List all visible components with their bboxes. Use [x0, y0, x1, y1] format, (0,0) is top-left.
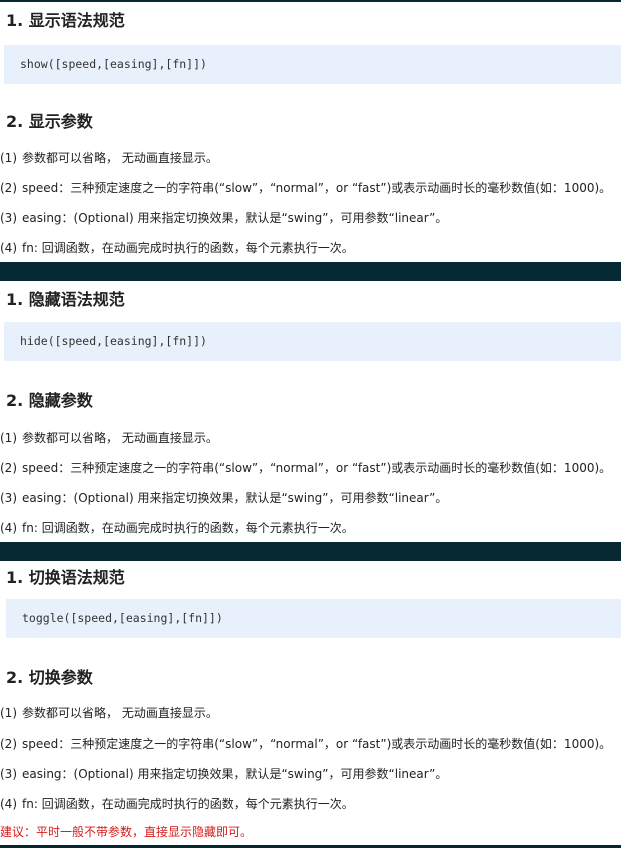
hide-code-block: hide([speed,[easing],[fn]])	[4, 322, 621, 361]
param-line: (3) easing：(Optional) 用来指定切换效果，默认是“swing”…	[0, 209, 447, 226]
param-number: (2)	[0, 181, 17, 195]
toggle-params-title: 2. 切换参数	[6, 668, 93, 687]
param-line: (4) fn: 回调函数，在动画完成时执行的函数，每个元素执行一次。	[0, 239, 354, 256]
toggle-syntax-title: 1. 切换语法规范	[6, 568, 125, 587]
param-text: 参数都可以省略， 无动画直接显示。	[22, 151, 218, 165]
param-number: (4)	[0, 521, 17, 535]
param-number: (3)	[0, 211, 17, 225]
show-params-title: 2. 显示参数	[6, 112, 93, 131]
param-line: (2) speed：三种预定速度之一的字符串(“slow”，“normal”，or…	[0, 459, 611, 476]
param-number: (3)	[0, 491, 17, 505]
tip-note: 建议：平时一般不带参数，直接显示隐藏即可。	[0, 825, 253, 839]
section-divider	[0, 262, 621, 281]
param-text: speed：三种预定速度之一的字符串(“slow”，“normal”，or “f…	[22, 181, 612, 195]
hide-section: 1. 隐藏语法规范 hide([speed,[easing],[fn]]) 2.…	[0, 281, 621, 542]
param-line: (1) 参数都可以省略， 无动画直接显示。	[0, 149, 218, 166]
toggle-section: 1. 切换语法规范 toggle([speed,[easing],[fn]]) …	[0, 561, 621, 845]
param-line: (3) easing：(Optional) 用来指定切换效果，默认是“swing”…	[0, 489, 447, 506]
param-text: speed：三种预定速度之一的字符串(“slow”，“normal”，or “f…	[22, 737, 612, 751]
param-line: (2) speed：三种预定速度之一的字符串(“slow”，“normal”，or…	[0, 735, 611, 752]
show-syntax-title: 1. 显示语法规范	[6, 11, 125, 30]
param-text: easing：(Optional) 用来指定切换效果，默认是“swing”，可用…	[22, 767, 448, 781]
param-line: (4) fn: 回调函数，在动画完成时执行的函数，每个元素执行一次。	[0, 519, 354, 536]
param-line: (3) easing：(Optional) 用来指定切换效果，默认是“swing”…	[0, 765, 447, 782]
param-line: (1) 参数都可以省略， 无动画直接显示。	[0, 429, 218, 446]
param-line: (4) fn: 回调函数，在动画完成时执行的函数，每个元素执行一次。	[0, 795, 354, 812]
param-number: (1)	[0, 431, 17, 445]
param-text: easing：(Optional) 用来指定切换效果，默认是“swing”，可用…	[22, 491, 448, 505]
show-section: 1. 显示语法规范 show([speed,[easing],[fn]]) 2.…	[0, 2, 621, 262]
section-divider	[0, 542, 621, 561]
param-number: (4)	[0, 797, 17, 811]
param-number: (4)	[0, 241, 17, 255]
param-number: (1)	[0, 706, 17, 720]
param-text: fn: 回调函数，在动画完成时执行的函数，每个元素执行一次。	[22, 241, 354, 255]
param-text: easing：(Optional) 用来指定切换效果，默认是“swing”，可用…	[22, 211, 448, 225]
param-line: (1) 参数都可以省略， 无动画直接显示。	[0, 704, 218, 721]
toggle-code-block: toggle([speed,[easing],[fn]])	[6, 599, 621, 638]
param-number: (1)	[0, 151, 17, 165]
hide-params-title: 2. 隐藏参数	[6, 391, 93, 410]
param-number: (2)	[0, 737, 17, 751]
param-text: speed：三种预定速度之一的字符串(“slow”，“normal”，or “f…	[22, 461, 612, 475]
show-code-block: show([speed,[easing],[fn]])	[4, 45, 621, 84]
param-number: (2)	[0, 461, 17, 475]
param-text: fn: 回调函数，在动画完成时执行的函数，每个元素执行一次。	[22, 797, 354, 811]
hide-syntax-title: 1. 隐藏语法规范	[6, 290, 125, 309]
param-number: (3)	[0, 767, 17, 781]
param-line: (2) speed：三种预定速度之一的字符串(“slow”，“normal”，or…	[0, 179, 611, 196]
param-text: 参数都可以省略， 无动画直接显示。	[22, 431, 218, 445]
param-text: fn: 回调函数，在动画完成时执行的函数，每个元素执行一次。	[22, 521, 354, 535]
param-text: 参数都可以省略， 无动画直接显示。	[22, 706, 218, 720]
